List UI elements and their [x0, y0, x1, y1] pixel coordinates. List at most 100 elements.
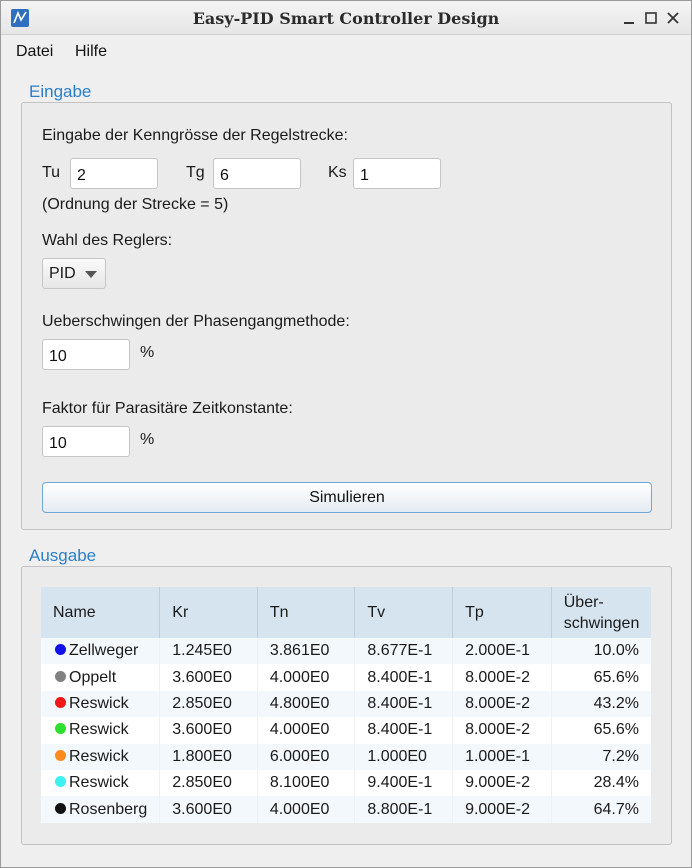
minimize-icon[interactable] — [621, 10, 637, 26]
cell-tp: 9.000E-2 — [452, 796, 552, 823]
cell-name: Oppelt — [41, 664, 161, 691]
cell-kr: 3.600E0 — [159, 796, 258, 823]
cell-name: Reswick — [41, 769, 161, 797]
table-row[interactable]: Oppelt 3.600E0 4.000E0 8.400E-1 8.000E-2 65.6… — [41, 664, 651, 691]
cell-name: Reswick — [41, 717, 161, 744]
series-color-dot-icon — [55, 749, 66, 761]
series-color-dot-icon — [55, 723, 66, 735]
cell-overshoot: 7.2% — [602, 747, 639, 765]
plant-order-text: (Ordnung der Strecke = 5) — [42, 196, 229, 213]
cell-overshoot: 43.2% — [593, 694, 639, 712]
cell-tv: 8.400E-1 — [354, 717, 454, 744]
cell-overshoot: 64.7% — [593, 800, 639, 818]
ks-label: Ks — [328, 164, 347, 181]
cell-tp: 9.000E-2 — [452, 769, 552, 797]
series-color-dot-icon — [55, 670, 66, 682]
input-group-title: Eingabe — [29, 82, 92, 101]
cell-tn: 6.000E0 — [257, 743, 356, 770]
controller-select-value: PID — [49, 265, 76, 282]
series-color-dot-icon — [55, 696, 66, 708]
plant-parameters-heading: Eingabe der Kenngrösse der Regelstrecke: — [42, 127, 348, 144]
output-group-title: Ausgabe — [29, 546, 97, 565]
results-table[interactable]: Name Kr Tn Tv Tp Über- schwingen Zellweg… — [41, 587, 651, 823]
menu-bar: Datei Hilfe — [1, 35, 691, 67]
parasitic-factor-unit: % — [140, 431, 155, 448]
series-color-dot-icon — [55, 802, 66, 814]
menu-hilfe[interactable]: Hilfe — [75, 43, 107, 61]
tg-label: Tg — [186, 164, 205, 181]
table-row[interactable]: Zellweger 1.245E0 3.861E0 8.677E-1 2.000E-1 1… — [41, 638, 651, 665]
cell-tn: 4.000E0 — [257, 796, 356, 823]
column-header-tv[interactable]: Tv — [354, 587, 454, 638]
cell-name: Zellweger — [41, 638, 161, 665]
table-header-row: Name Kr Tn Tv Tp Über- schwingen — [41, 587, 651, 638]
column-header-tn[interactable]: Tn — [257, 587, 356, 638]
title-bar[interactable]: Easy-PID Smart Controller Design — [1, 1, 691, 35]
cell-name: Reswick — [41, 690, 161, 718]
cell-tn: 3.861E0 — [257, 638, 356, 665]
cell-tv: 8.677E-1 — [354, 638, 454, 665]
simulate-button[interactable]: Simulieren — [42, 482, 652, 513]
method-name: Reswick — [69, 774, 129, 792]
overshoot-label: Ueberschwingen der Phasengangmethode: — [42, 313, 350, 330]
window-title: Easy-PID Smart Controller Design — [192, 9, 500, 28]
cell-overshoot: 65.6% — [593, 668, 639, 686]
cell-kr: 3.600E0 — [159, 664, 258, 691]
controller-select[interactable]: PID — [42, 258, 106, 289]
method-name: Oppelt — [69, 668, 117, 686]
series-color-dot-icon — [55, 776, 66, 788]
cell-tv: 8.800E-1 — [354, 796, 454, 823]
column-header-overshoot[interactable]: Über- schwingen — [551, 587, 651, 638]
method-name: Reswick — [69, 694, 129, 712]
method-name: Zellweger — [69, 642, 139, 660]
cell-tn: 4.000E0 — [257, 717, 356, 744]
menu-datei[interactable]: Datei — [16, 43, 53, 61]
column-header-kr[interactable]: Kr — [159, 587, 258, 638]
method-name: Reswick — [69, 721, 129, 739]
cell-tp: 8.000E-2 — [452, 690, 552, 718]
tu-input[interactable] — [70, 158, 158, 189]
method-name: Rosenberg — [69, 800, 148, 818]
cell-name: Reswick — [41, 743, 161, 770]
cell-tp: 1.000E-1 — [452, 743, 552, 770]
overshoot-unit: % — [140, 344, 155, 361]
cell-tv: 8.400E-1 — [354, 664, 454, 691]
cell-tv: 1.000E0 — [354, 743, 454, 770]
cell-tv: 8.400E-1 — [354, 690, 454, 718]
close-icon[interactable] — [665, 10, 681, 26]
table-row[interactable]: Reswick 2.850E0 4.800E0 8.400E-1 8.000E-2 43.… — [41, 690, 651, 718]
table-row[interactable]: Reswick 2.850E0 8.100E0 9.400E-1 9.000E-2 28.… — [41, 769, 651, 797]
series-color-dot-icon — [55, 644, 66, 656]
results-table-body: Zellweger 1.245E0 3.861E0 8.677E-1 2.000E-1 1… — [41, 638, 651, 823]
table-row[interactable]: Reswick 3.600E0 4.000E0 8.400E-1 8.000E-2 65.… — [41, 717, 651, 744]
parasitic-factor-label: Faktor für Parasitäre Zeitkonstante: — [42, 400, 293, 417]
ks-input[interactable] — [353, 158, 441, 189]
cell-tn: 4.800E0 — [257, 690, 356, 718]
cell-kr: 3.600E0 — [159, 717, 258, 744]
maximize-icon[interactable] — [643, 10, 659, 26]
cell-kr: 1.245E0 — [159, 638, 258, 665]
table-row[interactable]: Reswick 1.800E0 6.000E0 1.000E0 1.000E-1 7.2% — [41, 743, 651, 770]
tg-input[interactable] — [213, 158, 301, 189]
cell-tp: 2.000E-1 — [452, 638, 552, 665]
chevron-down-icon — [85, 271, 97, 278]
app-window: Easy-PID Smart Controller Design Datei H… — [0, 0, 692, 868]
cell-overshoot: 65.6% — [593, 721, 639, 739]
cell-overshoot: 28.4% — [593, 774, 639, 792]
tu-label: Tu — [42, 164, 61, 181]
parasitic-factor-input[interactable] — [42, 426, 130, 457]
method-name: Reswick — [69, 747, 129, 765]
cell-name: Rosenberg — [41, 796, 161, 823]
cell-tn: 4.000E0 — [257, 664, 356, 691]
controller-label: Wahl des Reglers: — [42, 232, 173, 249]
column-header-tp[interactable]: Tp — [452, 587, 552, 638]
table-row[interactable]: Rosenberg 3.600E0 4.000E0 8.800E-1 9.000E-2 6… — [41, 796, 651, 823]
cell-kr: 1.800E0 — [159, 743, 258, 770]
cell-tv: 9.400E-1 — [354, 769, 454, 797]
overshoot-input[interactable] — [42, 339, 130, 370]
cell-tp: 8.000E-2 — [452, 664, 552, 691]
cell-kr: 2.850E0 — [159, 769, 258, 797]
cell-overshoot: 10.0% — [593, 642, 639, 660]
column-header-name[interactable]: Name — [41, 587, 161, 638]
cell-tn: 8.100E0 — [257, 769, 356, 797]
